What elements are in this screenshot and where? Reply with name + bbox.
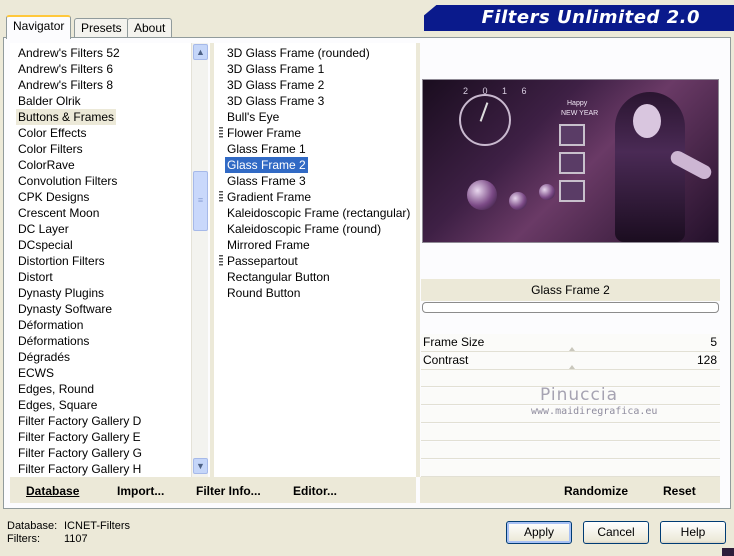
slider-tick-icon bbox=[569, 365, 575, 369]
category-item[interactable]: Color Filters bbox=[16, 141, 85, 157]
filter-item[interactable]: Gradient Frame bbox=[225, 189, 313, 205]
category-item[interactable]: Déformation bbox=[16, 317, 85, 333]
category-item[interactable]: ECWS bbox=[16, 365, 56, 381]
param-contrast[interactable]: Contrast 128 bbox=[421, 352, 720, 370]
category-item[interactable]: Dynasty Plugins bbox=[16, 285, 106, 301]
preview-orb bbox=[467, 180, 497, 210]
filter-item[interactable]: Glass Frame 3 bbox=[225, 173, 308, 189]
watermark-url: www.maidiregrafica.eu bbox=[531, 406, 658, 417]
category-item[interactable]: Color Effects bbox=[16, 125, 88, 141]
category-item[interactable]: CPK Designs bbox=[16, 189, 91, 205]
database-value: ICNET-Filters bbox=[64, 520, 130, 532]
filter-item[interactable]: Kaleidoscopic Frame (round) bbox=[225, 221, 383, 237]
filter-item[interactable]: Kaleidoscopic Frame (rectangular) bbox=[225, 205, 412, 221]
category-item[interactable]: Crescent Moon bbox=[16, 205, 101, 221]
database-label: Database: bbox=[7, 520, 58, 532]
category-item[interactable]: Distort bbox=[16, 269, 55, 285]
apply-button[interactable]: Apply bbox=[506, 521, 572, 544]
preview-year: 2 0 1 6 bbox=[463, 86, 533, 96]
category-item[interactable]: DC Layer bbox=[16, 221, 71, 237]
filter-item[interactable]: 3D Glass Frame 3 bbox=[225, 93, 326, 109]
help-button[interactable]: Help bbox=[660, 521, 726, 544]
category-item[interactable]: ColorRave bbox=[16, 157, 77, 173]
scroll-up-icon[interactable]: ▲ bbox=[193, 44, 208, 60]
import-button[interactable]: Import... bbox=[117, 484, 164, 498]
filter-item[interactable]: Mirrored Frame bbox=[225, 237, 312, 253]
preview-image: 2 0 1 6 Happy NEW YEAR bbox=[422, 79, 719, 243]
window-corner bbox=[722, 548, 734, 556]
param-frame-size[interactable]: Frame Size 5 bbox=[421, 334, 720, 352]
preview-new-year: NEW YEAR bbox=[561, 110, 599, 117]
filter-item[interactable]: Glass Frame 1 bbox=[225, 141, 308, 157]
category-item[interactable]: Andrew's Filters 8 bbox=[16, 77, 115, 93]
folder-marker-icon bbox=[219, 255, 223, 267]
tab-navigator[interactable]: Navigator bbox=[6, 15, 72, 39]
category-scrollbar[interactable]: ▲ ≡ ▼ bbox=[191, 43, 208, 477]
category-item[interactable]: Filter Factory Gallery G bbox=[16, 445, 144, 461]
category-item[interactable]: Dynasty Software bbox=[16, 301, 114, 317]
folder-marker-icon bbox=[219, 127, 223, 139]
preview-box bbox=[559, 152, 585, 174]
preview-face bbox=[633, 104, 661, 138]
category-item[interactable]: Dégradés bbox=[16, 349, 72, 365]
filter-item[interactable]: 3D Glass Frame 2 bbox=[225, 77, 326, 93]
category-item[interactable]: Andrew's Filters 52 bbox=[16, 45, 122, 61]
editor-button[interactable]: Editor... bbox=[293, 484, 337, 498]
category-item[interactable]: Distortion Filters bbox=[16, 253, 107, 269]
filter-item[interactable]: Rectangular Button bbox=[225, 269, 332, 285]
param-value: 5 bbox=[710, 335, 717, 349]
preview-box bbox=[559, 180, 585, 202]
filter-item[interactable]: 3D Glass Frame 1 bbox=[225, 61, 326, 77]
app-title-banner: Filters Unlimited 2.0 bbox=[424, 5, 734, 31]
cancel-button[interactable]: Cancel bbox=[583, 521, 649, 544]
category-item[interactable]: Balder Olrik bbox=[16, 93, 83, 109]
param-label: Frame Size bbox=[423, 335, 485, 349]
category-item[interactable]: Filter Factory Gallery H bbox=[16, 461, 143, 477]
randomize-button[interactable]: Randomize bbox=[564, 484, 628, 498]
slider-tick-icon bbox=[569, 347, 575, 351]
scroll-thumb[interactable]: ≡ bbox=[193, 171, 208, 231]
category-item[interactable]: Filter Factory Gallery D bbox=[16, 413, 143, 429]
filter-item[interactable]: Round Button bbox=[225, 285, 302, 301]
preview-clock bbox=[459, 94, 511, 146]
tab-about[interactable]: About bbox=[127, 18, 173, 38]
folder-marker-icon bbox=[219, 191, 223, 203]
filters-label: Filters: bbox=[7, 533, 40, 545]
category-item[interactable]: Filter Factory Gallery E bbox=[16, 429, 143, 445]
category-item[interactable]: DCspecial bbox=[16, 237, 75, 253]
scroll-down-icon[interactable]: ▼ bbox=[193, 458, 208, 474]
preview-box bbox=[559, 124, 585, 146]
splitter[interactable] bbox=[416, 43, 420, 477]
category-item[interactable]: Convolution Filters bbox=[16, 173, 119, 189]
database-button[interactable]: Database bbox=[26, 484, 79, 498]
filter-item[interactable]: Flower Frame bbox=[225, 125, 303, 141]
category-item[interactable]: Buttons & Frames bbox=[16, 109, 117, 125]
parameter-list: Frame Size 5 Contrast 128 bbox=[421, 334, 720, 370]
progress-bar bbox=[422, 302, 719, 313]
param-empty-slot bbox=[421, 424, 720, 441]
category-item[interactable]: Edges, Square bbox=[16, 397, 99, 413]
filter-item[interactable]: 3D Glass Frame (rounded) bbox=[225, 45, 372, 61]
filters-count: 1107 bbox=[64, 533, 88, 545]
preview-happy: Happy bbox=[567, 100, 588, 107]
param-empty-slot bbox=[421, 460, 720, 477]
filter-item[interactable]: Passepartout bbox=[225, 253, 300, 269]
current-filter-name: Glass Frame 2 bbox=[421, 279, 720, 301]
preview-orb bbox=[539, 184, 555, 200]
preview-orb bbox=[509, 192, 527, 210]
watermark-name: Pinuccia bbox=[540, 385, 618, 405]
tab-presets[interactable]: Presets bbox=[74, 18, 129, 38]
param-label: Contrast bbox=[423, 353, 469, 367]
filter-list[interactable]: 3D Glass Frame (rounded) 3D Glass Frame 1… bbox=[214, 43, 416, 477]
param-empty-slot bbox=[421, 442, 720, 459]
filter-item[interactable]: Glass Frame 2 bbox=[225, 157, 308, 173]
param-value: 128 bbox=[696, 353, 717, 367]
filter-item[interactable]: Bull's Eye bbox=[225, 109, 281, 125]
reset-button[interactable]: Reset bbox=[663, 484, 696, 498]
category-item[interactable]: Déformations bbox=[16, 333, 91, 349]
filter-info-button[interactable]: Filter Info... bbox=[196, 484, 261, 498]
category-item[interactable]: Edges, Round bbox=[16, 381, 96, 397]
category-item[interactable]: Andrew's Filters 6 bbox=[16, 61, 115, 77]
category-list[interactable]: Andrew's Filters 52 Andrew's Filters 6 And… bbox=[10, 43, 208, 477]
